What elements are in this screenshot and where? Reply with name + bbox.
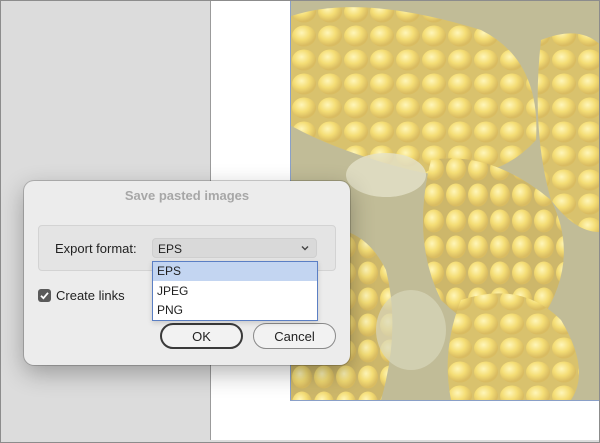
format-option-eps[interactable]: EPS [153, 262, 317, 281]
cancel-button[interactable]: Cancel [253, 323, 336, 349]
chevron-down-icon [301, 246, 309, 251]
create-links-label: Create links [56, 288, 125, 303]
ok-button[interactable]: OK [160, 323, 243, 349]
export-format-select[interactable]: EPS [152, 238, 317, 258]
export-format-dropdown: EPS JPEG PNG [152, 261, 318, 321]
dialog-title: Save pasted images [124, 188, 250, 203]
check-icon [40, 292, 49, 300]
format-option-png[interactable]: PNG [153, 301, 317, 320]
export-format-label: Export format: [55, 241, 137, 256]
format-option-jpeg[interactable]: JPEG [153, 282, 317, 301]
create-links-checkbox[interactable] [38, 289, 51, 302]
export-format-value: EPS [158, 242, 183, 256]
